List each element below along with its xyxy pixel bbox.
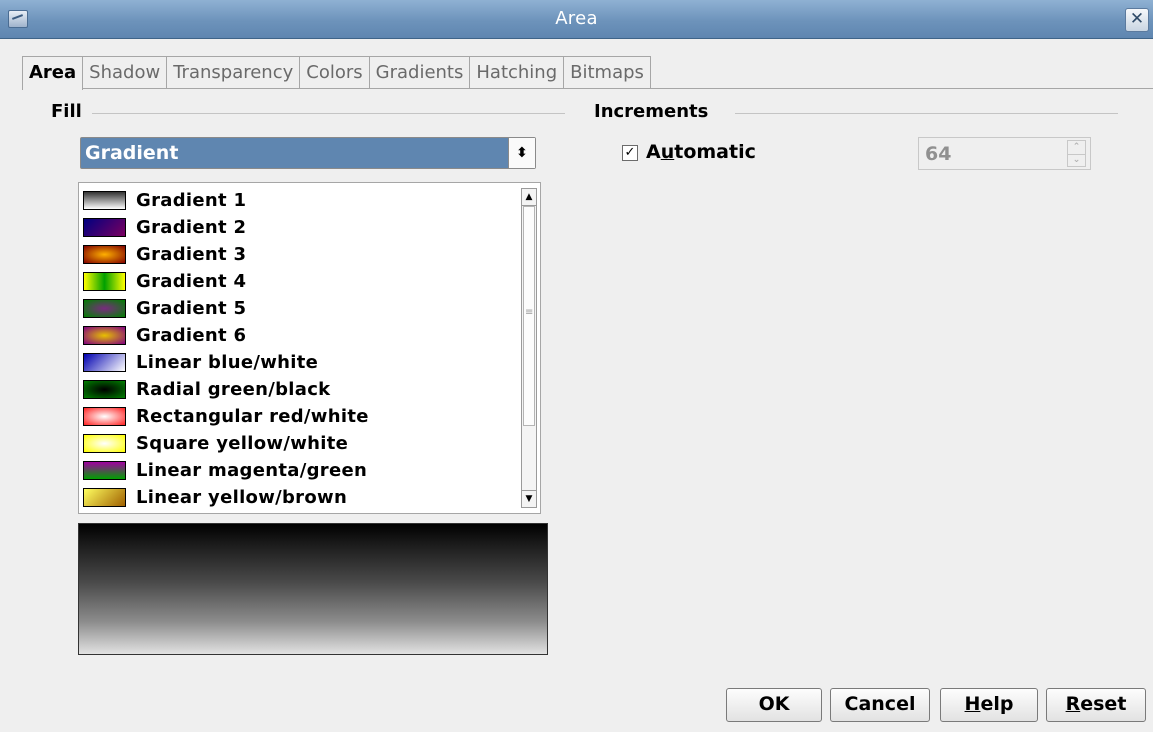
- scroll-thumb[interactable]: [523, 206, 535, 426]
- automatic-label-post: tomatic: [674, 141, 756, 163]
- increments-steps-field[interactable]: 64 ⌃ ⌄: [918, 137, 1091, 170]
- automatic-label-mnemonic: u: [660, 141, 675, 163]
- tab-colors[interactable]: Colors: [299, 56, 370, 88]
- spin-down-icon[interactable]: ⌄: [1068, 154, 1085, 166]
- tab-transparency[interactable]: Transparency: [166, 56, 301, 88]
- spin-up-icon[interactable]: ⌃: [1068, 141, 1085, 155]
- list-item[interactable]: Linear blue/white: [83, 349, 318, 376]
- list-scrollbar[interactable]: ▲ ▼: [521, 188, 537, 508]
- list-item-label: Linear yellow/brown: [136, 487, 348, 508]
- tab-gradients[interactable]: Gradients: [368, 56, 471, 88]
- list-item-label: Gradient 1: [136, 190, 247, 211]
- list-item[interactable]: Linear yellow/brown: [83, 484, 347, 511]
- automatic-label[interactable]: Automatic: [646, 141, 756, 163]
- gradient-swatch: [83, 299, 126, 318]
- list-item[interactable]: Gradient 5: [83, 295, 246, 322]
- increments-section-rule: [735, 113, 1118, 114]
- gradient-swatch: [83, 272, 126, 291]
- gradient-preview: [78, 523, 548, 655]
- ok-button[interactable]: OK: [726, 688, 822, 722]
- fill-section-label: Fill: [51, 101, 82, 122]
- help-mnemonic: H: [964, 693, 981, 715]
- help-rest: elp: [980, 693, 1014, 715]
- list-item-label: Gradient 4: [136, 271, 247, 292]
- automatic-checkbox[interactable]: ✓: [622, 145, 638, 161]
- tab-bitmaps[interactable]: Bitmaps: [563, 56, 651, 88]
- scroll-up-icon[interactable]: ▲: [522, 189, 536, 206]
- gradient-swatch: [83, 380, 126, 399]
- fill-type-select[interactable]: Gradient ⬍: [80, 137, 536, 169]
- reset-button[interactable]: Reset: [1046, 688, 1146, 722]
- increments-spinner[interactable]: ⌃ ⌄: [1067, 140, 1086, 167]
- automatic-label-pre: A: [646, 141, 661, 163]
- list-item-label: Radial green/black: [136, 379, 331, 400]
- gradient-swatch: [83, 434, 126, 453]
- list-item[interactable]: Gradient 2: [83, 214, 246, 241]
- list-item[interactable]: Gradient 3: [83, 241, 246, 268]
- list-item[interactable]: Square yellow/white: [83, 430, 348, 457]
- fill-type-value: Gradient: [85, 142, 179, 164]
- list-item[interactable]: Gradient 1: [83, 187, 246, 214]
- fill-section-rule: [92, 113, 565, 114]
- list-item-label: Square yellow/white: [136, 433, 349, 454]
- window-title: Area: [555, 8, 598, 29]
- reset-rest: eset: [1080, 693, 1127, 715]
- list-item-label: Rectangular red/white: [136, 406, 369, 427]
- tab-shadow[interactable]: Shadow: [82, 56, 168, 88]
- cancel-button[interactable]: Cancel: [830, 688, 930, 722]
- list-item[interactable]: Gradient 6: [83, 322, 246, 349]
- gradient-list[interactable]: Gradient 1 Gradient 2 Gradient 3 Gradien…: [78, 182, 541, 514]
- list-item[interactable]: Radial green/black: [83, 376, 330, 403]
- gradient-swatch: [83, 488, 126, 507]
- list-item-label: Linear magenta/green: [136, 460, 368, 481]
- tab-area[interactable]: Area: [22, 56, 84, 90]
- tab-hatching[interactable]: Hatching: [469, 56, 565, 88]
- gradient-swatch: [83, 407, 126, 426]
- gradient-swatch: [83, 218, 126, 237]
- list-item-label: Gradient 5: [136, 298, 247, 319]
- tab-bar: Area Shadow Transparency Colors Gradient…: [22, 56, 651, 90]
- select-spin-icon: ⬍: [508, 138, 535, 168]
- list-item-label: Gradient 6: [136, 325, 247, 346]
- gradient-swatch: [83, 353, 126, 372]
- increments-section-label: Increments: [594, 101, 709, 122]
- list-item-label: Gradient 2: [136, 217, 247, 238]
- list-item-label: Linear blue/white: [136, 352, 319, 373]
- title-bar: Area ✕: [0, 0, 1153, 39]
- gradient-swatch: [83, 245, 126, 264]
- gradient-swatch: [83, 191, 126, 210]
- list-item[interactable]: Gradient 4: [83, 268, 246, 295]
- gradient-swatch: [83, 326, 126, 345]
- gradient-swatch: [83, 461, 126, 480]
- close-icon[interactable]: ✕: [1125, 8, 1149, 32]
- scroll-down-icon[interactable]: ▼: [522, 490, 536, 507]
- reset-mnemonic: R: [1065, 693, 1081, 715]
- list-item-label: Gradient 3: [136, 244, 247, 265]
- tab-divider: [22, 88, 1153, 89]
- list-item[interactable]: Rectangular red/white: [83, 403, 369, 430]
- list-item[interactable]: Linear magenta/green: [83, 457, 367, 484]
- help-button[interactable]: Help: [940, 688, 1038, 722]
- increments-steps-value: 64: [925, 143, 952, 165]
